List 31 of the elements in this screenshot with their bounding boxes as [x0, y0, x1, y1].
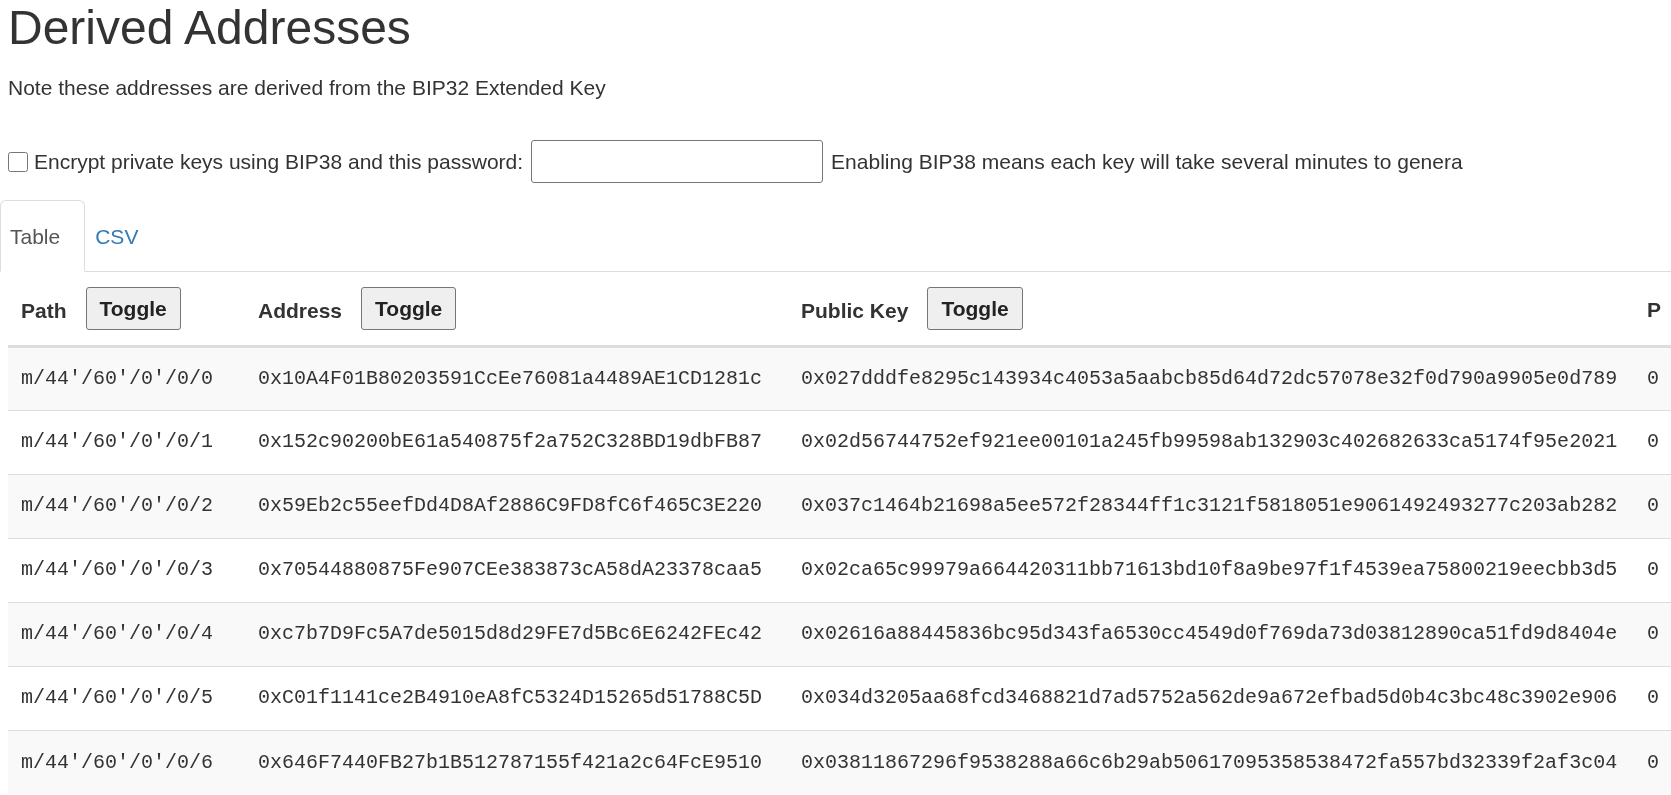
- column-header: Address: [258, 298, 343, 322]
- table-cell: 0x027dddfe8295c143934c4053a5aabcb85d64d72dc57078e32f0d790a9905e0d789: [788, 346, 1634, 411]
- table-cell: 0x59Eb2c55eefDd4D8Af2886C9FD8fC6f465C3E220: [245, 474, 788, 539]
- tab[interactable]: Table: [0, 200, 86, 273]
- table-cell: 0x02616a88445836bc95d343fa6530cc4549d0f769da73d03812890ca51fd9d8404e: [788, 602, 1634, 667]
- table-cell: m/44'/60'/0'/0/6: [8, 730, 245, 795]
- table-cell: m/44'/60'/0'/0/4: [8, 602, 245, 667]
- table-cell: 0x037c1464b21698a5ee572f28344ff1c3121f5818051e9061492493277c203ab282: [788, 474, 1634, 539]
- table-cell: m/44'/60'/0'/0/2: [8, 474, 245, 539]
- bip38-hint-text: Enabling BIP38 means each key will take several minutes to genera: [831, 149, 1463, 176]
- toggle-button[interactable]: Toggle: [361, 287, 457, 331]
- table-cell: 0: [1634, 474, 1671, 539]
- table-cell: 0xc7b7D9Fc5A7de5015d8d29FE7d5Bc6E6242FEc42: [245, 602, 788, 667]
- column-header: P: [1647, 297, 1661, 321]
- toggle-button[interactable]: Toggle: [927, 287, 1023, 331]
- page-title: Derived Addresses: [8, 0, 412, 56]
- column-header: Public Key: [801, 298, 909, 322]
- table-cell: 0: [1634, 602, 1671, 667]
- column-header: Path: [21, 298, 67, 322]
- bip38-label: Encrypt private keys using BIP38 and this password:: [34, 149, 524, 176]
- table-cell: 0: [1634, 346, 1671, 411]
- password-field[interactable]: [531, 140, 824, 184]
- table-cell: m/44'/60'/0'/0/0: [8, 346, 245, 411]
- table-cell: 0x10A4F01B80203591CcEe76081a4489AE1CD1281c: [245, 346, 788, 411]
- toggle-button[interactable]: Toggle: [85, 287, 181, 331]
- bip38-checkbox[interactable]: [8, 152, 28, 172]
- table-cell: 0: [1634, 730, 1671, 795]
- tab[interactable]: CSV: [85, 200, 170, 273]
- table-cell: 0x646F7440FB27b1B512787155f421a2c64FcE9510: [245, 730, 788, 795]
- table-cell: 0x03811867296f9538288a66c6b29ab50617095358538472fa557bd32339f2af3c04: [788, 730, 1634, 795]
- note-text: Note these addresses are derived from the BIP32 Extended Key: [8, 75, 607, 102]
